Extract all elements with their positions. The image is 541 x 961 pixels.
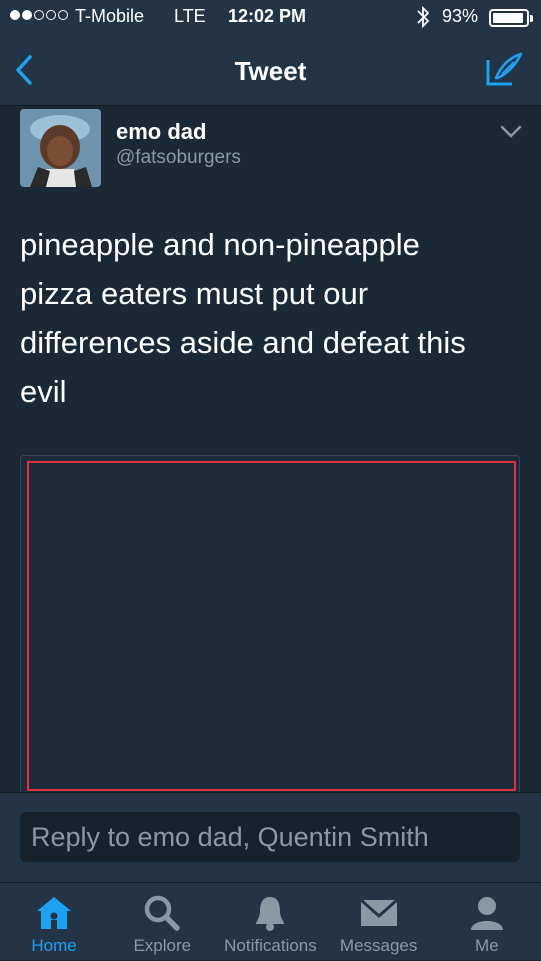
reply-bar — [0, 792, 541, 882]
tab-bar: Home Explore Notifications Messages Me — [0, 882, 541, 960]
battery-icon — [489, 9, 533, 27]
tab-messages[interactable]: Messages — [325, 883, 433, 961]
tab-me[interactable]: Me — [433, 883, 541, 961]
signal-strength-icon — [10, 10, 68, 20]
compose-icon — [486, 52, 523, 86]
bell-icon — [250, 893, 290, 933]
search-icon — [142, 893, 182, 933]
media-highlight-box — [27, 461, 516, 791]
carrier-name: T-Mobile — [75, 6, 145, 26]
page-title: Tweet — [234, 56, 307, 86]
tweet-media[interactable] — [20, 455, 520, 795]
tab-label-me: Me — [475, 936, 499, 955]
nav-bar: Tweet — [0, 36, 541, 106]
tab-label-messages: Messages — [339, 936, 418, 955]
home-icon — [34, 893, 74, 933]
bluetooth-icon — [415, 4, 431, 35]
reply-input[interactable] — [20, 812, 520, 862]
battery-percent: 93% — [442, 6, 479, 26]
avatar[interactable] — [20, 109, 101, 187]
tab-label-home: Home — [31, 936, 77, 955]
tab-label-notifications: Notifications — [224, 936, 317, 955]
envelope-icon — [359, 893, 399, 933]
tab-label-explore: Explore — [133, 936, 192, 955]
tab-explore[interactable]: Explore — [108, 883, 216, 961]
tweet-header: emo dad @fatsoburgers — [0, 107, 541, 197]
chevron-down-icon — [500, 125, 522, 138]
status-bar: T-Mobile LTE 12:02 PM 93% — [0, 0, 541, 36]
status-time: 12:02 PM — [228, 6, 307, 26]
tweet-text: pineapple and non-pineapple pizza eaters… — [20, 227, 466, 409]
author-handle[interactable]: @fatsoburgers — [116, 147, 241, 169]
person-icon — [467, 893, 507, 933]
compose-tweet-button[interactable] — [484, 50, 524, 90]
tab-home[interactable]: Home — [0, 883, 108, 961]
tab-notifications[interactable]: Notifications — [216, 883, 324, 961]
tweet-options-button[interactable] — [500, 125, 522, 139]
network-type: LTE — [174, 6, 206, 26]
author-name[interactable]: emo dad — [116, 119, 206, 145]
